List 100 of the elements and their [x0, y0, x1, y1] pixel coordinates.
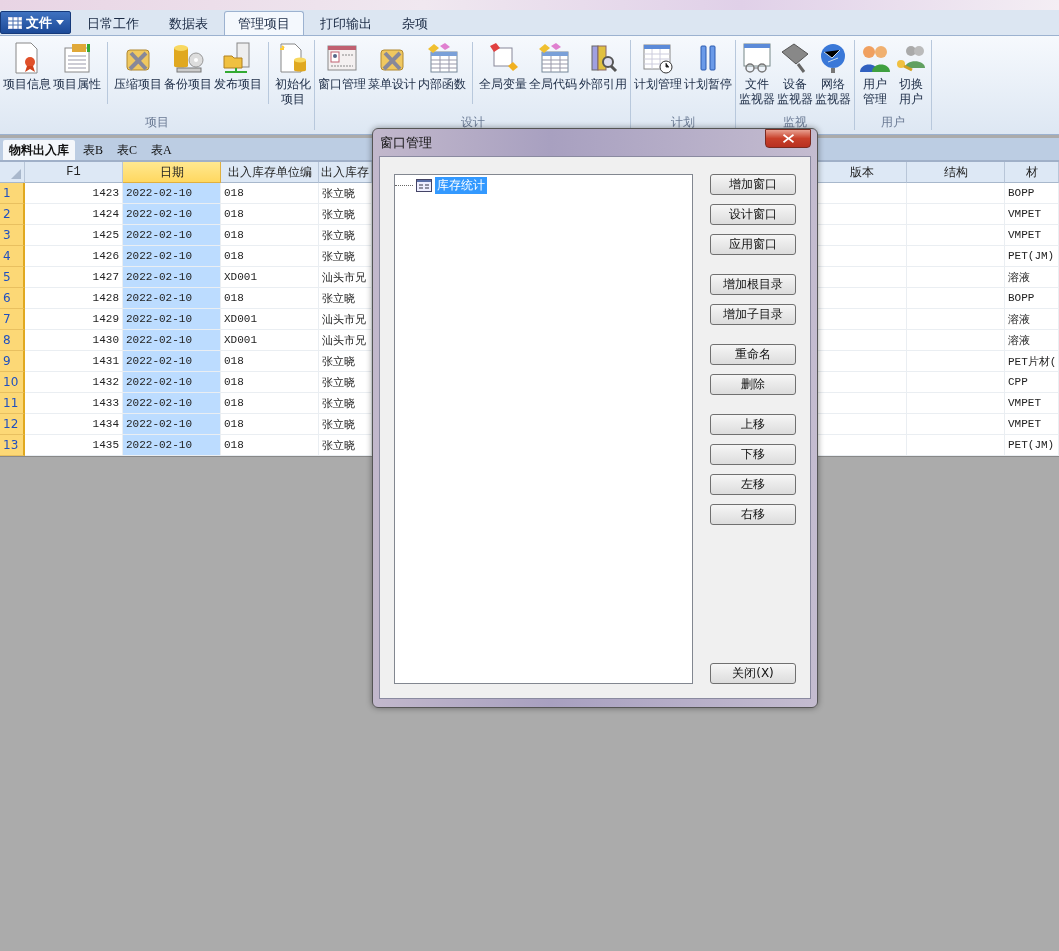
table-cell: BOPP [1005, 183, 1059, 204]
ribbon-tab[interactable]: 数据表 [155, 11, 222, 35]
column-header[interactable]: 日期 [123, 162, 221, 183]
dialog-button[interactable]: 重命名 [710, 344, 796, 365]
dialog-button[interactable]: 增加子目录 [710, 304, 796, 325]
ribbon-button[interactable]: 用户 管理 [857, 40, 893, 109]
column-header[interactable]: 版本 [817, 162, 907, 183]
table-cell: 018 [221, 288, 319, 309]
ribbon-button[interactable]: 菜单设计 [367, 40, 417, 94]
row-header[interactable]: 9 [0, 351, 25, 372]
ribbon-button[interactable]: 全局变量 [478, 40, 528, 94]
ribbon-button[interactable]: 设备 监视器 [776, 40, 814, 109]
column-header[interactable]: F1 [25, 162, 123, 183]
table-cell: 2022-02-10 [123, 183, 221, 204]
button-label: 切换 [899, 77, 923, 92]
group-label: 计划 [671, 114, 695, 131]
grid-icon [7, 16, 22, 29]
row-header[interactable]: 12 [0, 414, 25, 435]
button-label: 网络 [821, 77, 845, 92]
row-header[interactable]: 11 [0, 393, 25, 414]
ribbon-button[interactable]: 网络 监视器 [814, 40, 852, 109]
group-label: 用户 [881, 114, 905, 131]
button-label: 外部引用 [579, 77, 627, 92]
table-cell: 2022-02-10 [123, 309, 221, 330]
ribbon-button[interactable]: 文件 监视器 [738, 40, 776, 109]
dialog-button[interactable]: 上移 [710, 414, 796, 435]
dialog-button[interactable]: 删除 [710, 374, 796, 395]
corner-cell[interactable] [0, 162, 25, 183]
dialog-button[interactable]: 下移 [710, 444, 796, 465]
table-cell: PET(JM) [1005, 435, 1059, 456]
ribbon-tab[interactable]: 日常工作 [73, 11, 153, 35]
table-cell: XD001 [221, 267, 319, 288]
column-header[interactable]: 出入库存单位编 [221, 162, 319, 183]
sheet-tab[interactable]: 物料出入库 [3, 140, 75, 160]
button-label: 计划管理 [634, 77, 682, 92]
ribbon-button[interactable]: 备份项目 [163, 40, 213, 94]
table-cell: 溶液 [1005, 309, 1059, 330]
column-header[interactable]: 出入库存 [319, 162, 372, 183]
button-label: 计划暂停 [684, 77, 732, 92]
ribbon-tab[interactable]: 管理项目 [224, 11, 304, 35]
ribbon-button[interactable]: 项目信息 [2, 40, 52, 94]
close-dialog-button[interactable]: 关闭(X) [710, 663, 796, 684]
ribbon-tab[interactable]: 打印输出 [306, 11, 386, 35]
table-cell: 溶液 [1005, 330, 1059, 351]
button-label: 项目信息 [3, 77, 51, 92]
ribbon-button[interactable]: 全局代码 [528, 40, 578, 94]
row-header[interactable]: 1 [0, 183, 25, 204]
table-cell: BOPP [1005, 288, 1059, 309]
row-header[interactable]: 4 [0, 246, 25, 267]
ribbon-button[interactable]: 计划暂停 [683, 40, 733, 94]
row-header[interactable]: 5 [0, 267, 25, 288]
group-label: 项目 [145, 114, 169, 131]
table-cell: 2022-02-10 [123, 246, 221, 267]
dialog-button[interactable]: 应用窗口 [710, 234, 796, 255]
row-header[interactable]: 8 [0, 330, 25, 351]
dialog-button[interactable]: 增加窗口 [710, 174, 796, 195]
row-header[interactable]: 7 [0, 309, 25, 330]
button-label: 监视器 [777, 92, 813, 107]
row-header[interactable]: 13 [0, 435, 25, 456]
table-cell: PET片材( [1005, 351, 1059, 372]
table-cell: VMPET [1005, 204, 1059, 225]
button-label: 窗口管理 [318, 77, 366, 92]
ribbon-button[interactable]: 压缩项目 [113, 40, 163, 94]
table-cell: VMPET [1005, 393, 1059, 414]
button-label: 监视器 [739, 92, 775, 107]
button-label: 全局代码 [529, 77, 577, 92]
dialog-button[interactable]: 设计窗口 [710, 204, 796, 225]
ribbon-button[interactable]: 内部函数 [417, 40, 467, 94]
ribbon-button[interactable]: 切换 用户 [893, 40, 929, 109]
dialog-button[interactable]: 增加根目录 [710, 274, 796, 295]
sheet-tab[interactable]: 表B [77, 140, 109, 160]
dialog-button[interactable]: 左移 [710, 474, 796, 495]
sheet-tab[interactable]: 表C [111, 140, 144, 160]
row-header[interactable]: 10 [0, 372, 25, 393]
table-cell: 018 [221, 351, 319, 372]
table-cell: 018 [221, 225, 319, 246]
ribbon-button[interactable]: 外部引用 [578, 40, 628, 94]
calendar-icon [641, 42, 675, 74]
button-label: 项目 [281, 92, 305, 107]
file-menu-button[interactable]: 文件 [0, 11, 71, 34]
row-header[interactable]: 6 [0, 288, 25, 309]
table-cell: 2022-02-10 [123, 330, 221, 351]
row-header[interactable]: 3 [0, 225, 25, 246]
button-label: 压缩项目 [114, 77, 162, 92]
close-button[interactable] [765, 129, 811, 148]
dialog-button[interactable]: 右移 [710, 504, 796, 525]
ribbon-tab[interactable]: 杂项 [388, 11, 442, 35]
row-header[interactable]: 2 [0, 204, 25, 225]
ribbon-button[interactable]: 初始化 项目 [274, 40, 312, 109]
ribbon-button[interactable]: 窗口管理 [317, 40, 367, 94]
table-cell: 2022-02-10 [123, 414, 221, 435]
sheet-tab[interactable]: 表A [145, 140, 178, 160]
button-label: 项目属性 [53, 77, 101, 92]
column-header[interactable]: 结构 [907, 162, 1005, 183]
ribbon-button[interactable]: 项目属性 [52, 40, 102, 94]
ribbon-button[interactable]: 计划管理 [633, 40, 683, 94]
ribbon-button[interactable]: 发布项目 [213, 40, 263, 94]
button-label: 用户 [899, 92, 923, 107]
column-header[interactable]: 材 [1005, 162, 1059, 183]
table-cell: 溶液 [1005, 267, 1059, 288]
